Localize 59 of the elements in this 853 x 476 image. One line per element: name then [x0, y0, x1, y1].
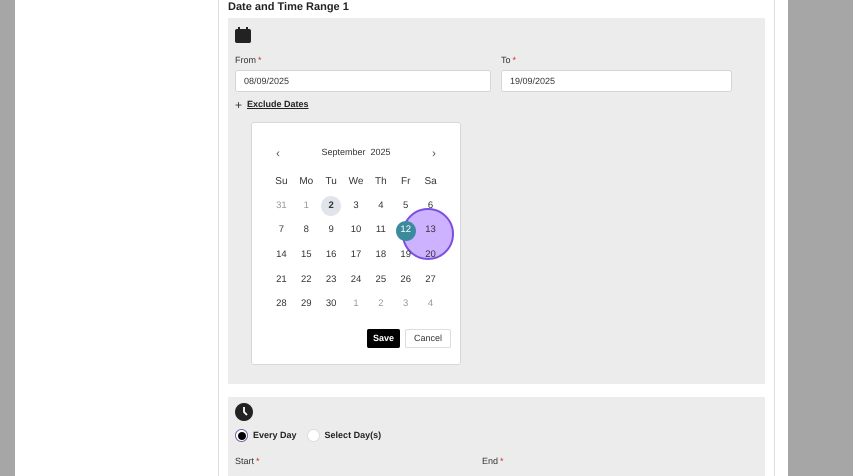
- calendar-day[interactable]: 17: [346, 245, 366, 266]
- weekday-label: Fr: [400, 174, 410, 188]
- calendar-day[interactable]: 29: [296, 294, 316, 315]
- calendar-day[interactable]: 14: [271, 245, 292, 266]
- calendar-day[interactable]: 26: [396, 270, 416, 290]
- required-mark: *: [512, 55, 516, 65]
- calendar-day[interactable]: 5: [396, 196, 416, 216]
- clock-icon: [235, 403, 253, 421]
- calendar-day[interactable]: 30: [321, 294, 342, 315]
- weekday-label: Th: [375, 174, 387, 188]
- calendar-day[interactable]: 9: [321, 220, 342, 241]
- save-button[interactable]: Save: [366, 328, 400, 348]
- calendar-day[interactable]: 7: [271, 220, 292, 241]
- required-mark: *: [256, 456, 260, 466]
- section-title: Date and Time Range 1: [228, 0, 349, 14]
- cancel-button[interactable]: Cancel: [404, 328, 451, 348]
- plus-icon: +: [235, 98, 242, 111]
- calendar-day[interactable]: 11: [370, 220, 391, 241]
- calendar-day[interactable]: 2: [321, 196, 342, 216]
- weekday-label: We: [348, 174, 364, 188]
- calendar-day[interactable]: 13: [420, 220, 441, 241]
- calendar-day[interactable]: 6: [420, 196, 441, 216]
- field-label: Start: [235, 456, 254, 466]
- month-year-label: September 2025: [321, 146, 391, 159]
- calendar-day[interactable]: 25: [370, 270, 391, 290]
- calendar-day[interactable]: 19: [396, 245, 416, 266]
- weekday-label: Mo: [299, 174, 314, 188]
- radio-label: Every Day: [253, 429, 297, 442]
- next-month-button[interactable]: ›: [432, 144, 436, 162]
- calendar-day[interactable]: 8: [296, 220, 316, 241]
- field-label: End: [482, 456, 498, 466]
- calendar-day[interactable]: 27: [420, 270, 441, 290]
- radio-label: Select Day(s): [324, 429, 382, 442]
- calendar-day[interactable]: 22: [296, 270, 316, 290]
- weekday-label: Su: [275, 174, 288, 188]
- calendar-day[interactable]: 3: [346, 196, 366, 216]
- calendar-icon: [235, 26, 251, 43]
- calendar-day[interactable]: 23: [321, 270, 342, 290]
- field-label: To: [501, 55, 511, 65]
- calendar-day[interactable]: 16: [321, 245, 342, 266]
- previous-month-button[interactable]: ‹: [276, 144, 280, 162]
- calendar-day[interactable]: 18: [370, 245, 391, 266]
- calendar-day[interactable]: 20: [420, 245, 441, 266]
- calendar-day[interactable]: 24: [346, 270, 366, 290]
- radio-button[interactable]: [235, 429, 248, 442]
- required-mark: *: [258, 55, 262, 65]
- exclude-dates-link[interactable]: Exclude Dates: [247, 98, 309, 112]
- calendar-day[interactable]: 15: [296, 245, 316, 266]
- required-mark: *: [500, 456, 504, 466]
- calendar-day[interactable]: 28: [271, 294, 292, 315]
- field-label: From: [235, 55, 256, 65]
- weekday-label: Sa: [424, 174, 437, 188]
- to-date-field[interactable]: 19/09/2025: [501, 70, 732, 92]
- calendar-day[interactable]: 4: [370, 196, 391, 216]
- calendar-day[interactable]: 21: [271, 270, 292, 290]
- from-date-field[interactable]: 08/09/2025: [235, 70, 491, 92]
- weekday-label: Tu: [325, 174, 337, 188]
- calendar-day[interactable]: 12: [396, 220, 416, 241]
- calendar-day[interactable]: 10: [346, 220, 366, 241]
